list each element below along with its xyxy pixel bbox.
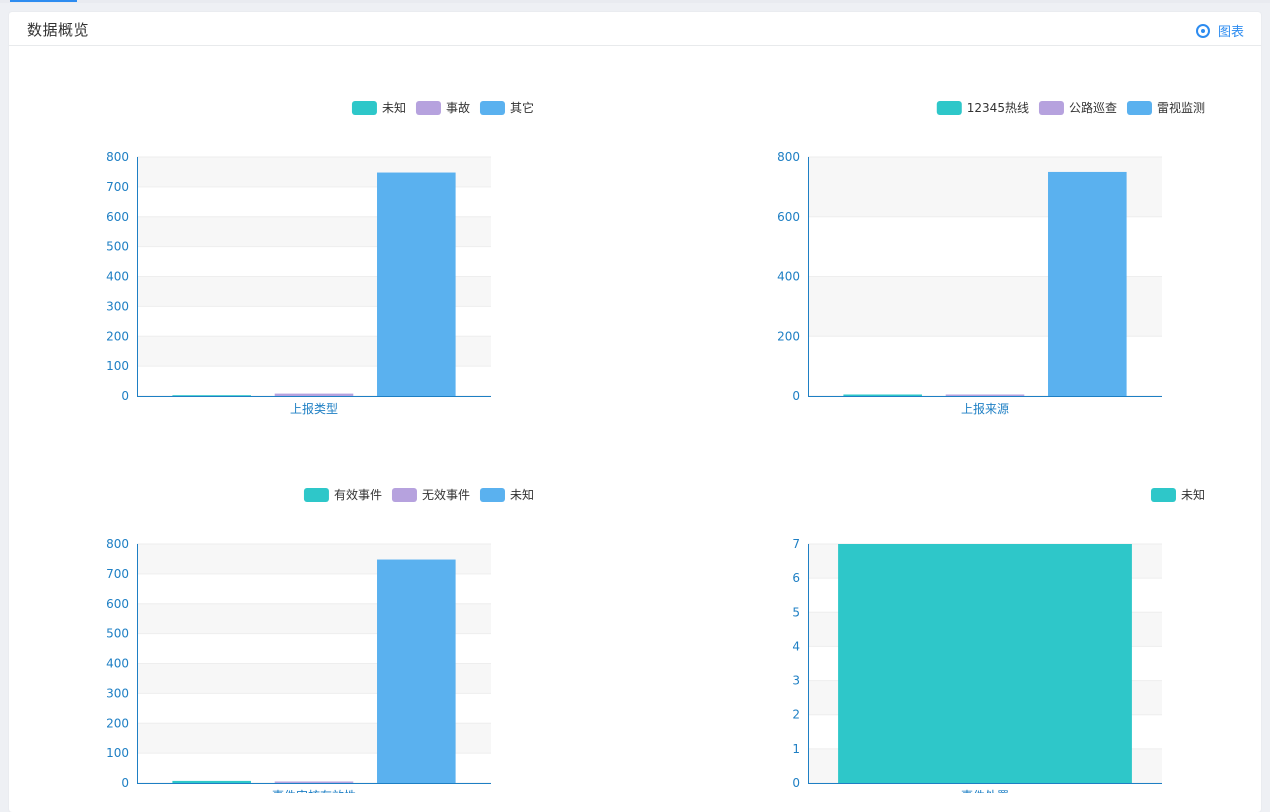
y-tick-label: 2 bbox=[792, 708, 800, 722]
x-category-label: 上报来源 bbox=[961, 401, 1009, 416]
y-tick-label: 7 bbox=[792, 537, 800, 551]
legend-label: 12345热线 bbox=[967, 101, 1029, 115]
bar-其它[interactable] bbox=[377, 172, 456, 396]
legend-label: 未知 bbox=[510, 488, 534, 502]
legend-swatch[interactable] bbox=[1126, 101, 1152, 115]
y-tick-label: 800 bbox=[106, 150, 129, 164]
y-tick-label: 500 bbox=[106, 627, 129, 641]
legend-label: 无效事件 bbox=[422, 487, 470, 502]
y-tick-label: 400 bbox=[106, 657, 129, 671]
legend-label: 有效事件 bbox=[334, 487, 382, 502]
x-category-label: 事件审核有效性 bbox=[272, 788, 356, 793]
legend-swatch[interactable] bbox=[479, 101, 505, 115]
y-tick-label: 3 bbox=[792, 674, 800, 688]
x-category-label: 上报类型 bbox=[290, 401, 338, 416]
y-tick-label: 600 bbox=[106, 597, 129, 611]
y-tick-label: 0 bbox=[121, 776, 129, 790]
chart-2: 0 200 400 600 800 上报来源 12345热线 公路巡查 雷视监测 bbox=[777, 100, 1205, 416]
y-tick-label: 5 bbox=[792, 605, 800, 619]
legend-label: 事故 bbox=[446, 100, 470, 115]
legend-label: 公路巡查 bbox=[1069, 100, 1117, 115]
legend-label: 其它 bbox=[510, 100, 534, 115]
legend-swatch[interactable] bbox=[1038, 101, 1064, 115]
y-tick-label: 6 bbox=[792, 571, 800, 585]
bar-雷视监测[interactable] bbox=[1048, 171, 1127, 396]
y-tick-label: 700 bbox=[106, 180, 129, 194]
y-tick-label: 200 bbox=[106, 716, 129, 730]
y-tick-label: 400 bbox=[777, 270, 800, 284]
y-tick-label: 500 bbox=[106, 240, 129, 254]
legend-swatch[interactable] bbox=[391, 488, 417, 502]
y-tick-label: 600 bbox=[777, 210, 800, 224]
y-tick-label: 700 bbox=[106, 567, 129, 581]
y-tick-label: 1 bbox=[792, 742, 800, 756]
bar-12345热线[interactable] bbox=[843, 394, 922, 397]
legend-swatch[interactable] bbox=[415, 101, 441, 115]
legend-swatch[interactable] bbox=[351, 101, 377, 115]
legend-label: 雷视监测 bbox=[1157, 100, 1205, 115]
charts-canvas: 0100200300400500600700800上报类型未知 事故 其它02004… bbox=[106, 100, 1205, 793]
x-category-label: 事件处置 bbox=[961, 789, 1009, 793]
bar-事故[interactable] bbox=[274, 393, 354, 396]
chart-3: 0 100 200 300 400 500 600 700 800 事件审核有效性 有效事件 无效事件… bbox=[106, 487, 534, 793]
y-tick-label: 200 bbox=[106, 329, 129, 343]
legend-swatch[interactable] bbox=[303, 488, 329, 502]
y-tick-label: 400 bbox=[106, 270, 129, 284]
legend-label: 未知 bbox=[382, 101, 406, 115]
bar-未知[interactable] bbox=[172, 395, 251, 396]
y-tick-label: 800 bbox=[106, 537, 129, 551]
y-tick-label: 800 bbox=[777, 150, 800, 164]
bar-公路巡查[interactable] bbox=[945, 394, 1025, 397]
legend-label: 未知 bbox=[1181, 488, 1205, 502]
chart-4: 0 1 2 3 4 5 6 7 事件处置 未知 bbox=[792, 488, 1205, 793]
y-tick-label: 600 bbox=[106, 210, 129, 224]
y-tick-label: 200 bbox=[777, 329, 800, 343]
bar-无效事件[interactable] bbox=[274, 781, 354, 784]
y-tick-label: 100 bbox=[106, 359, 129, 373]
y-tick-label: 0 bbox=[792, 776, 800, 790]
legend-swatch[interactable] bbox=[479, 488, 505, 502]
chart-1: 0 100 200 300 400 500 600 700 800 上报类型 未知 事故 其它 bbox=[106, 100, 534, 416]
y-tick-label: 0 bbox=[792, 389, 800, 403]
legend-swatch[interactable] bbox=[936, 101, 962, 115]
bar-未知[interactable] bbox=[377, 559, 456, 783]
y-tick-label: 0 bbox=[121, 389, 129, 403]
y-tick-label: 300 bbox=[106, 686, 129, 700]
y-tick-label: 4 bbox=[792, 639, 800, 653]
legend-swatch[interactable] bbox=[1150, 488, 1176, 502]
y-tick-label: 100 bbox=[106, 746, 129, 760]
y-tick-label: 300 bbox=[106, 299, 129, 313]
bar-有效事件[interactable] bbox=[172, 780, 251, 783]
bar-未知[interactable] bbox=[838, 544, 1132, 783]
